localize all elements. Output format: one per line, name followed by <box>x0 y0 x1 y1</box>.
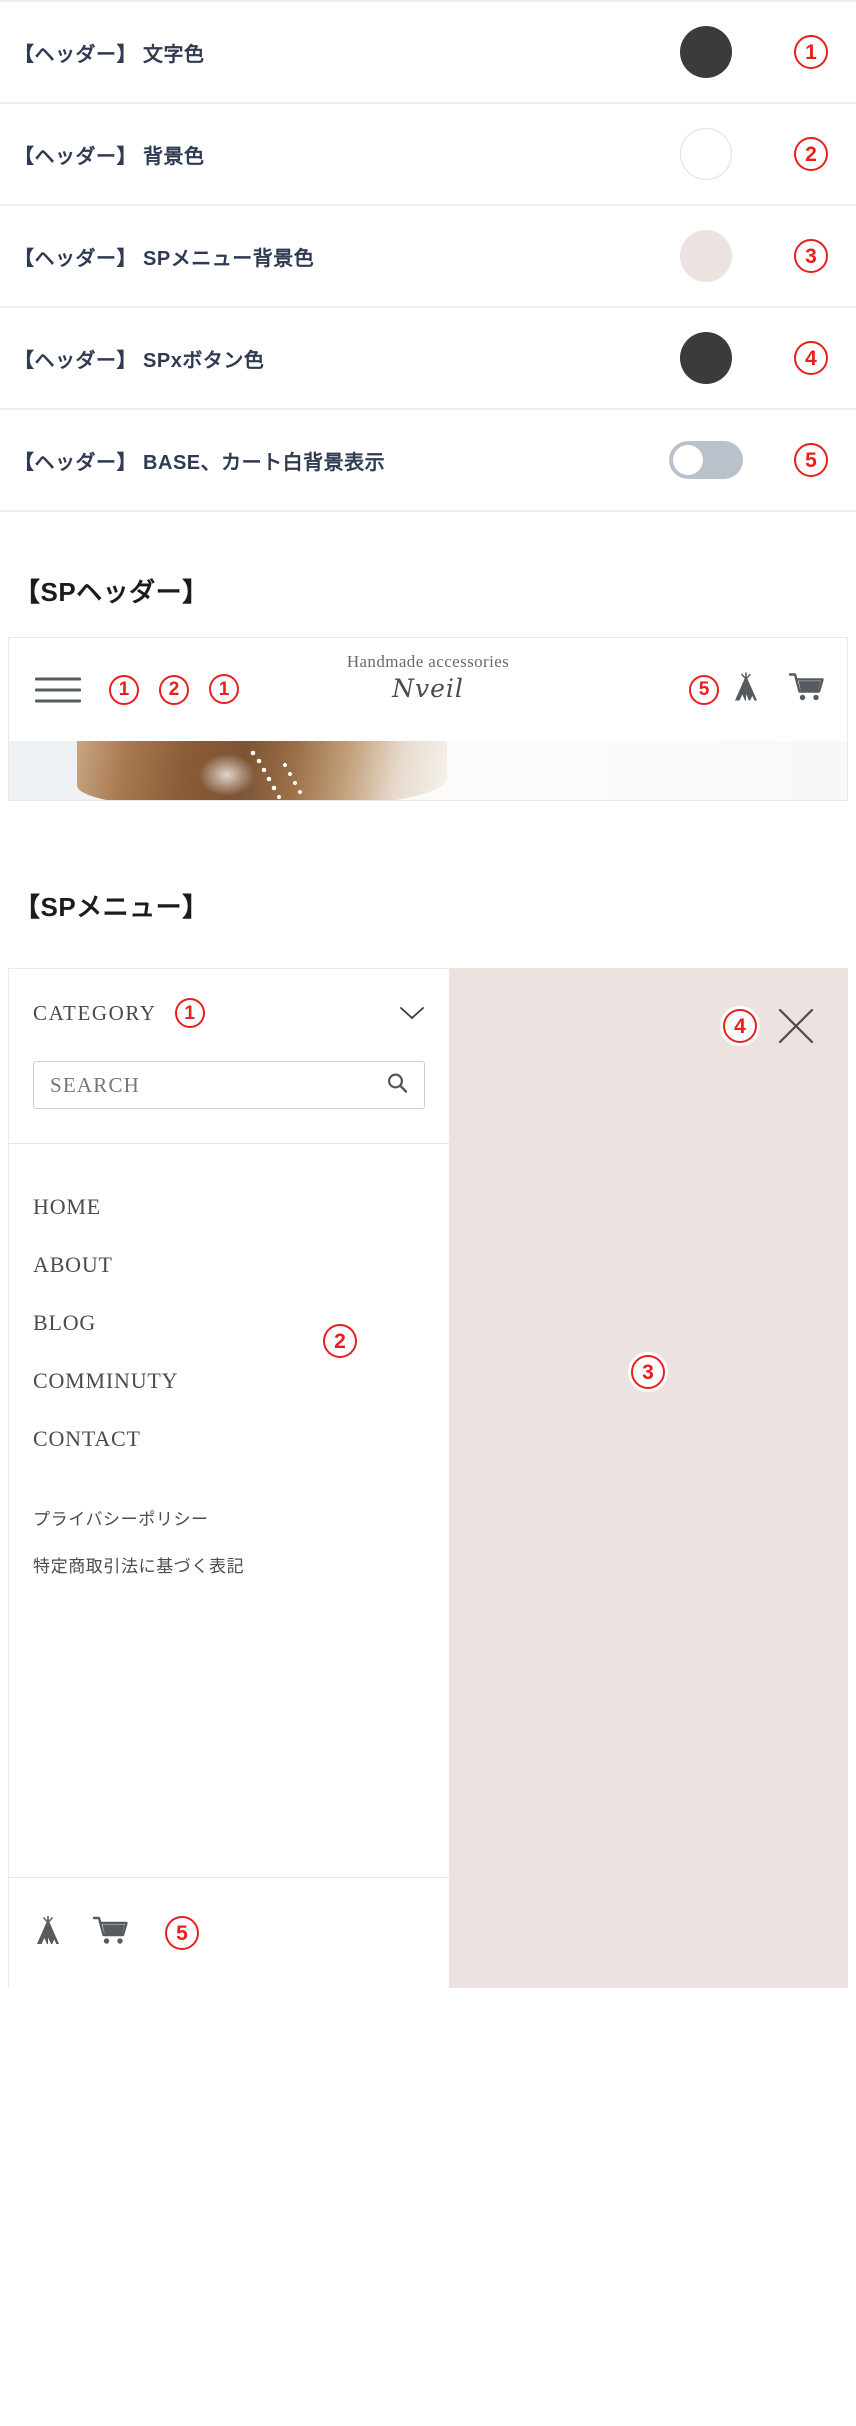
hamburger-bar <box>35 688 81 691</box>
close-x-icon[interactable] <box>777 1007 815 1045</box>
nav-link-tokutei-shotorihiki[interactable]: 特定商取引法に基づく表記 <box>33 1541 425 1588</box>
annotation-badge-header-background: 2 <box>159 674 189 705</box>
annotation-badge-1: 1 <box>794 35 828 69</box>
toggle-control[interactable] <box>646 441 766 479</box>
annotation-badge-4: 4 <box>794 341 828 375</box>
nav-item-blog[interactable]: BLOG <box>33 1294 425 1352</box>
color-swatch-sp-menu-background[interactable] <box>680 230 732 282</box>
setting-label: 【ヘッダー】 背景色 <box>14 145 205 168</box>
annotation-slot: 2 <box>159 674 189 705</box>
annotation-badge-3: 3 <box>794 239 828 273</box>
sp-menu-preview: CATEGORY 1 H <box>8 968 848 1988</box>
nav-item-comminuty[interactable]: COMMINUTY <box>33 1352 425 1410</box>
annotation-badge-5: 5 <box>794 443 828 477</box>
hero-photo-strip <box>8 741 848 801</box>
setting-row-sp-menu-background-color[interactable]: 【ヘッダー】 SPメニュー背景色 3 <box>0 206 856 308</box>
annotation-slot: 1 <box>109 674 139 705</box>
search-input[interactable] <box>50 1072 386 1098</box>
setting-row-background-color[interactable]: 【ヘッダー】 背景色 2 <box>0 104 856 206</box>
site-logo[interactable]: Handmade accessories Nveil <box>278 652 578 703</box>
annotation-badge-header-icons: 5 <box>689 674 719 705</box>
hamburger-bar <box>35 677 81 680</box>
annotation-badge-close-button: 4 <box>723 1009 757 1043</box>
annotation-slot: 3 <box>631 1355 665 1389</box>
section-title-sp-menu: 【SPメニュー】 <box>14 892 209 922</box>
sp-menu-footer: 5 <box>9 1877 449 1988</box>
annotation-slot: 5 <box>165 1916 199 1950</box>
color-swatch-background-color[interactable] <box>680 128 732 180</box>
annotation-badge-footer-icons: 5 <box>165 1916 199 1950</box>
header-settings-list: 【ヘッダー】 文字色 1 【ヘッダー】 背景色 2 【ヘッダー】 SPメニュー背… <box>0 0 856 512</box>
annotation-badge-hamburger: 1 <box>109 674 139 705</box>
nav-link-privacy-policy[interactable]: プライバシーポリシー <box>33 1494 425 1541</box>
search-icon[interactable] <box>386 1072 408 1099</box>
hero-photo-hair-accessory <box>245 747 315 800</box>
shopping-cart-icon[interactable] <box>92 1915 129 1952</box>
annotation-slot: 5 <box>689 674 719 705</box>
annotation-slot: 2 <box>323 1324 357 1358</box>
setting-row-sp-close-button-color[interactable]: 【ヘッダー】 SPxボタン色 4 <box>0 308 856 410</box>
logo-tagline: Handmade accessories <box>346 652 510 671</box>
sp-menu-nav-list: HOME ABOUT BLOG COMMINUTY CONTACT プライバシー… <box>9 1144 449 1877</box>
color-swatch-control[interactable] <box>646 128 766 180</box>
annotation-badge-category: 1 <box>174 998 205 1028</box>
sp-menu-panel: CATEGORY 1 H <box>9 969 449 1988</box>
category-label: CATEGORY <box>33 1000 157 1025</box>
search-box[interactable] <box>33 1061 425 1109</box>
toggle-knob <box>673 445 703 475</box>
color-swatch-text-color[interactable] <box>680 26 732 78</box>
annotation-badge-2: 2 <box>794 137 828 171</box>
annotation-badge-menu-text: 2 <box>323 1324 357 1358</box>
base-teepee-icon[interactable] <box>33 1915 63 1952</box>
header-icon-group <box>731 671 825 708</box>
color-swatch-sp-close-button[interactable] <box>680 332 732 384</box>
hamburger-bar <box>35 699 81 702</box>
annotation-slot: 1 <box>174 998 205 1028</box>
shopping-cart-icon[interactable] <box>788 671 825 708</box>
logo-name: Nveil <box>392 674 464 703</box>
setting-row-base-cart-white-background[interactable]: 【ヘッダー】 BASE、カート白背景表示 5 <box>0 410 856 512</box>
color-swatch-control[interactable] <box>646 230 766 282</box>
base-teepee-icon[interactable] <box>731 671 761 708</box>
hamburger-menu-icon[interactable] <box>35 669 81 710</box>
sp-header-preview: 1 2 1 Handmade accessories Nveil 5 <box>8 637 848 741</box>
category-accordion-row[interactable]: CATEGORY 1 <box>9 969 449 1057</box>
section-title-sp-header: 【SPヘッダー】 <box>14 577 209 607</box>
annotation-slot: 3 <box>766 239 856 273</box>
annotation-slot: 1 <box>766 35 856 69</box>
sp-menu-overlay[interactable]: 4 3 <box>449 969 847 1988</box>
annotation-slot: 4 <box>723 1009 757 1043</box>
annotation-slot: 2 <box>766 137 856 171</box>
setting-row-text-color[interactable]: 【ヘッダー】 文字色 1 <box>0 0 856 104</box>
setting-label: 【ヘッダー】 BASE、カート白背景表示 <box>14 451 386 474</box>
annotation-badge-logo-text: 1 <box>209 674 239 704</box>
color-swatch-control[interactable] <box>646 26 766 78</box>
color-swatch-control[interactable] <box>646 332 766 384</box>
nav-item-home[interactable]: HOME <box>33 1178 425 1236</box>
search-section <box>9 1057 449 1143</box>
nav-item-about[interactable]: ABOUT <box>33 1236 425 1294</box>
annotation-slot: 1 <box>209 674 239 704</box>
setting-label: 【ヘッダー】 SPメニュー背景色 <box>14 247 315 270</box>
nav-item-contact[interactable]: CONTACT <box>33 1410 425 1468</box>
toggle-base-cart-white-background[interactable] <box>669 441 743 479</box>
annotation-slot: 5 <box>766 443 856 477</box>
annotation-badge-overlay-background: 3 <box>631 1355 665 1389</box>
setting-label: 【ヘッダー】 SPxボタン色 <box>14 349 265 372</box>
setting-label: 【ヘッダー】 文字色 <box>14 43 205 66</box>
chevron-down-icon[interactable] <box>399 1006 425 1020</box>
annotation-slot: 4 <box>766 341 856 375</box>
